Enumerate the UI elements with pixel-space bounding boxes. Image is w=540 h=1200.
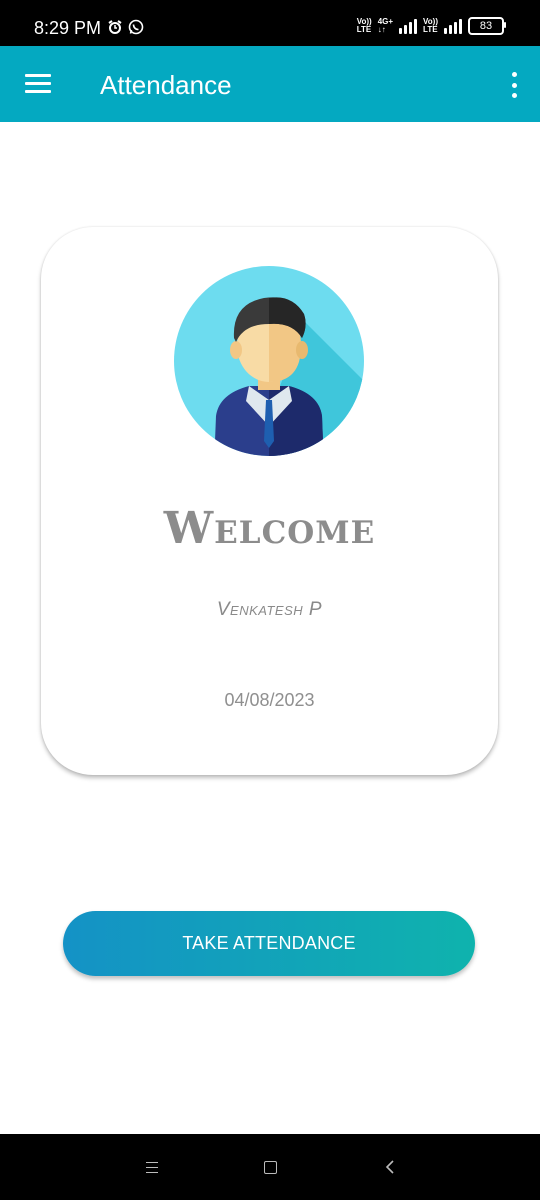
signal-strength-icon-1: [399, 18, 418, 34]
battery-icon: 83: [468, 17, 506, 35]
more-vert-icon[interactable]: [510, 72, 518, 98]
status-time: 8:29 PM: [34, 18, 102, 38]
recents-icon[interactable]: [146, 1162, 158, 1174]
back-icon[interactable]: [384, 1159, 396, 1175]
system-nav-bar: [0, 1134, 540, 1200]
network-type-label: 4G+ ↓↑: [378, 18, 393, 34]
take-attendance-button[interactable]: TAKE ATTENDANCE: [63, 911, 475, 976]
network-label-bottom: ↓↑: [377, 25, 386, 34]
whatsapp-icon: [128, 19, 144, 35]
status-bar: 8:29 PM Vo)) LTE 4G+ ↓↑ Vo)) LTE 83: [0, 0, 540, 46]
battery-level: 83: [479, 20, 493, 32]
sim2-label-bottom: LTE: [423, 25, 438, 34]
status-notification-icons: [108, 19, 144, 35]
sim1-label-bottom: LTE: [356, 25, 372, 34]
sim1-volte-label: Vo)) LTE: [357, 18, 372, 34]
page-title: Attendance: [100, 70, 232, 100]
current-date: 04/08/2023: [224, 690, 315, 710]
welcome-card: Welcome Venkatesh P 04/08/2023: [41, 227, 498, 775]
alarm-icon: [108, 20, 122, 34]
signal-strength-icon-2: [444, 18, 462, 34]
sim2-volte-label: Vo)) LTE: [423, 18, 438, 34]
status-system-icons: Vo)) LTE 4G+ ↓↑ Vo)) LTE 83: [357, 17, 506, 35]
user-name: Venkatesh P: [216, 599, 323, 620]
hamburger-menu-icon[interactable]: [25, 74, 51, 94]
home-icon[interactable]: [264, 1161, 277, 1174]
app-bar: Attendance: [0, 46, 540, 122]
user-avatar-icon: [174, 266, 364, 456]
welcome-heading: Welcome: [163, 503, 376, 554]
